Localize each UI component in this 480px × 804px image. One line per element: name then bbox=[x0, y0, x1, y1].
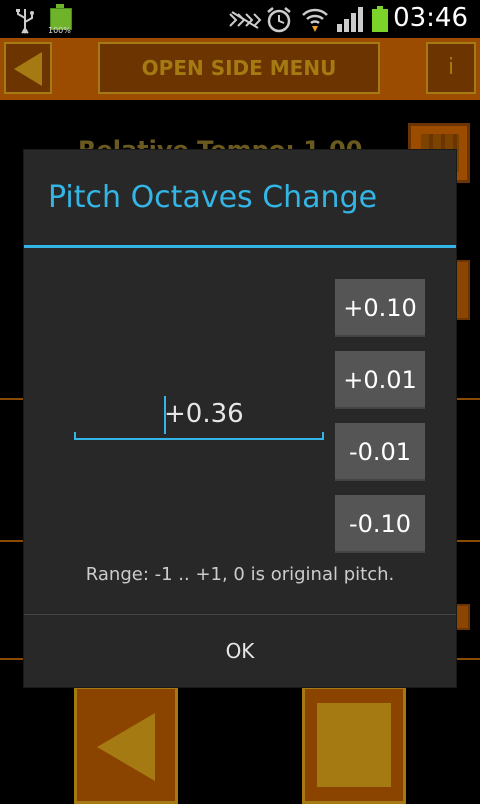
mute-icon bbox=[229, 11, 262, 29]
minus-0-10-button[interactable]: -0.10 bbox=[335, 495, 425, 553]
wifi-icon bbox=[302, 8, 328, 32]
alarm-icon bbox=[267, 7, 291, 33]
dialog-title: Pitch Octaves Change bbox=[48, 180, 378, 215]
plus-0-10-button[interactable]: +0.10 bbox=[335, 279, 425, 337]
pitch-value-input[interactable]: +0.36 bbox=[74, 390, 324, 440]
pitch-value-text: +0.36 bbox=[164, 399, 244, 429]
plus-0-01-button[interactable]: +0.01 bbox=[335, 351, 425, 409]
back-button[interactable] bbox=[4, 42, 52, 94]
stop-button[interactable] bbox=[302, 686, 406, 804]
usb-icon bbox=[16, 9, 34, 34]
info-button[interactable]: i bbox=[426, 42, 476, 94]
signal-icon bbox=[337, 7, 363, 32]
rewind-button[interactable] bbox=[74, 686, 178, 804]
open-side-menu-button[interactable]: OPEN SIDE MENU bbox=[98, 42, 380, 94]
status-bar: 100% 03:46 bbox=[0, 0, 480, 38]
pitch-dialog: Pitch Octaves Change +0.36 +0.10 +0.01 -… bbox=[24, 150, 456, 687]
rewind-icon bbox=[97, 713, 155, 781]
battery-icon: 100% bbox=[48, 4, 72, 35]
back-arrow-icon bbox=[14, 52, 42, 86]
title-divider bbox=[24, 245, 456, 248]
stop-icon bbox=[317, 703, 391, 787]
app-toolbar: OPEN SIDE MENU i bbox=[0, 38, 480, 100]
minus-0-01-button[interactable]: -0.01 bbox=[335, 423, 425, 481]
ok-button[interactable]: OK bbox=[24, 615, 456, 687]
range-hint: Range: -1 .. +1, 0 is original pitch. bbox=[85, 564, 395, 585]
clock: 03:46 bbox=[393, 3, 468, 33]
battery-percent: 100% bbox=[48, 26, 71, 35]
battery-icon bbox=[372, 6, 388, 32]
